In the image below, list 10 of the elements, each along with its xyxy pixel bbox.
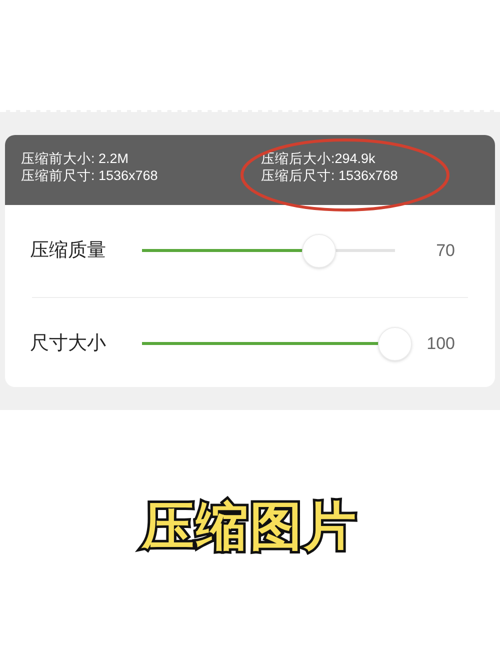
info-text: 压缩前大小: 2.2M bbox=[21, 150, 130, 167]
slider-value: 100 bbox=[426, 333, 455, 356]
slider-label: 压缩质量 bbox=[29, 238, 107, 263]
caption-title: 压缩图片 bbox=[142, 496, 358, 559]
info-text: 压缩前尺寸: 1536x768 bbox=[21, 167, 159, 184]
slider-value: 70 bbox=[435, 240, 455, 262]
slider-label: 尺寸大小 bbox=[29, 332, 107, 356]
slider-thumb[interactable] bbox=[378, 327, 412, 361]
info-text: 压缩后尺寸: 1536x768 bbox=[261, 167, 399, 184]
slider-thumb[interactable] bbox=[302, 234, 336, 268]
